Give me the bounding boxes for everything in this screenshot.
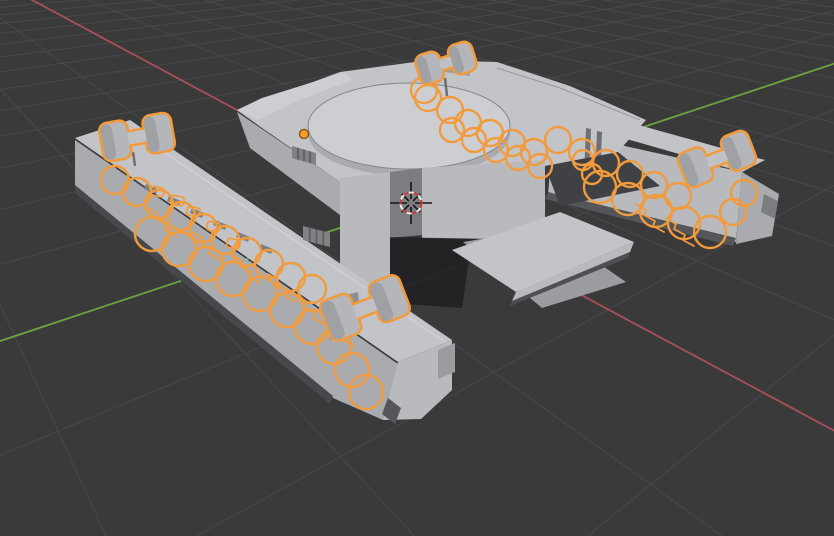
viewport-scene[interactable] [0, 0, 834, 536]
object-origin-marker[interactable] [298, 128, 310, 140]
blender-3d-viewport[interactable] [0, 0, 834, 536]
